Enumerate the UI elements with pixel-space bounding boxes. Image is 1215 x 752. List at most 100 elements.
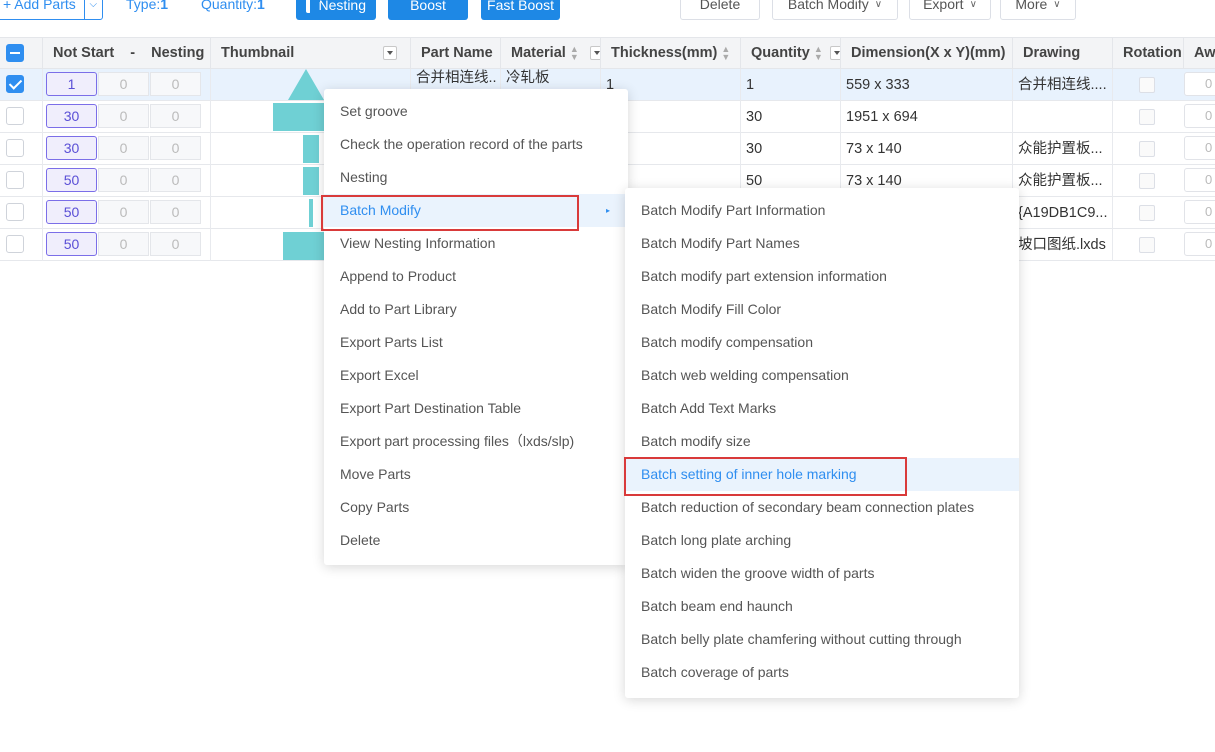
header-thumbnail[interactable]: Thumbnail xyxy=(211,38,411,69)
add-parts-button[interactable]: + Add Parts ⌵ xyxy=(0,0,103,20)
cell-quantity: 30 xyxy=(746,141,763,157)
context-menu-item-label: Move Parts xyxy=(340,466,411,482)
context-menu-item[interactable]: Export Excel xyxy=(324,359,624,392)
context-menu-item[interactable]: Copy Parts xyxy=(324,491,624,524)
not-start-count[interactable]: 30 xyxy=(46,104,97,128)
not-start-count[interactable]: 50 xyxy=(46,200,97,224)
submenu-item[interactable]: Batch widen the groove width of parts xyxy=(625,557,1019,590)
context-menu: Set groove Check the operation record of … xyxy=(324,89,628,565)
submenu-item[interactable]: Batch Modify Fill Color xyxy=(625,293,1019,326)
cell-drawing: 众能护置板... xyxy=(1018,173,1103,189)
fast-boost-button[interactable]: Fast Boost xyxy=(481,0,560,20)
submenu-item[interactable]: Batch web welding compensation xyxy=(625,359,1019,392)
cell-drawing: 合并相连线.... xyxy=(1018,77,1107,93)
context-menu-item-label: Add to Part Library xyxy=(340,301,457,317)
add-parts-label[interactable]: + Add Parts xyxy=(0,0,84,19)
row-checkbox[interactable] xyxy=(6,107,24,125)
header-drawing[interactable]: Drawing xyxy=(1013,38,1113,69)
row-checkbox[interactable] xyxy=(6,75,24,93)
submenu-item[interactable]: Batch modify size xyxy=(625,425,1019,458)
not-start-count[interactable]: 30 xyxy=(46,136,97,160)
submenu-item[interactable]: Batch modify part extension information xyxy=(625,260,1019,293)
cell-drawing: {A19DB1C9... xyxy=(1018,205,1108,221)
boost-button[interactable]: Boost xyxy=(388,0,468,20)
rotation-checkbox[interactable] xyxy=(1139,205,1155,221)
context-menu-item[interactable]: Append to Product xyxy=(324,260,624,293)
row-checkbox[interactable] xyxy=(6,139,24,157)
context-menu-item[interactable]: View Nesting Information xyxy=(324,227,624,260)
submenu-item[interactable]: Batch setting of inner hole marking xyxy=(625,458,1019,491)
sort-icon[interactable]: ▲ ▼ xyxy=(721,45,730,62)
submenu-item[interactable]: Batch Modify Part Information xyxy=(625,194,1019,227)
nesting-count: 0 xyxy=(150,168,201,192)
nesting-count: 0 xyxy=(150,72,201,96)
submenu-item[interactable]: Batch beam end haunch xyxy=(625,590,1019,623)
nesting-count: 0 xyxy=(150,200,201,224)
parts-page: + Add Parts ⌵ Type:1 Quantity:1 Nesting … xyxy=(0,0,1215,752)
context-menu-item[interactable]: Export Parts List xyxy=(324,326,624,359)
submenu-item[interactable]: Batch coverage of parts xyxy=(625,656,1019,689)
header-status[interactable]: Not Start - Nesting xyxy=(43,38,211,69)
delete-button[interactable]: Delete xyxy=(680,0,760,20)
header-rotation[interactable]: Rotation xyxy=(1113,38,1184,69)
submenu-item[interactable]: Batch belly plate chamfering without cut… xyxy=(625,623,1019,656)
context-menu-item[interactable]: Nesting xyxy=(324,161,624,194)
nesting-count: 0 xyxy=(150,104,201,128)
context-menu-item-label: Nesting xyxy=(340,169,388,185)
rotation-checkbox[interactable] xyxy=(1139,237,1155,253)
context-menu-item[interactable]: Export Part Destination Table xyxy=(324,392,624,425)
context-menu-item[interactable]: Check the operation record of the parts xyxy=(324,128,624,161)
nesting-button[interactable]: Nesting xyxy=(296,0,376,20)
select-all-checkbox[interactable] xyxy=(6,44,24,62)
more-button[interactable]: More ∨ xyxy=(1000,0,1076,20)
aw-input[interactable]: 0 xyxy=(1184,168,1215,192)
not-start-count[interactable]: 50 xyxy=(46,232,97,256)
rotation-checkbox[interactable] xyxy=(1139,109,1155,125)
context-menu-item[interactable]: Set groove xyxy=(324,95,624,128)
chevron-down-icon[interactable]: ⌵ xyxy=(83,0,102,19)
submenu-item[interactable]: Batch long plate arching xyxy=(625,524,1019,557)
header-dimension[interactable]: Dimension(X x Y)(mm) xyxy=(841,38,1013,69)
aw-input[interactable]: 0 xyxy=(1184,136,1215,160)
aw-input[interactable]: 0 xyxy=(1184,104,1215,128)
nesting-count: 0 xyxy=(98,104,149,128)
submenu-item[interactable]: Batch modify compensation xyxy=(625,326,1019,359)
context-menu-item[interactable]: Move Parts xyxy=(324,458,624,491)
context-menu-item[interactable]: Add to Part Library xyxy=(324,293,624,326)
filter-dropdown-icon[interactable] xyxy=(590,46,600,60)
row-checkbox[interactable] xyxy=(6,235,24,253)
header-aw[interactable]: Aw xyxy=(1184,38,1215,69)
submenu-item[interactable]: Batch reduction of secondary beam connec… xyxy=(625,491,1019,524)
sort-icon[interactable]: ▲ ▼ xyxy=(570,45,579,62)
rotation-checkbox[interactable] xyxy=(1139,141,1155,157)
nesting-count: 0 xyxy=(98,72,149,96)
cell-drawing: 坡口图纸.lxds xyxy=(1018,237,1106,253)
batch-modify-button[interactable]: Batch Modify ∨ xyxy=(772,0,898,20)
context-menu-item[interactable]: Batch Modify ▸ xyxy=(324,194,628,227)
aw-input[interactable]: 0 xyxy=(1184,232,1215,256)
rotation-checkbox[interactable] xyxy=(1139,173,1155,189)
header-quantity[interactable]: Quantity ▲ ▼ xyxy=(741,38,841,69)
submenu-item[interactable]: Batch Add Text Marks xyxy=(625,392,1019,425)
toolbar: + Add Parts ⌵ Type:1 Quantity:1 Nesting … xyxy=(0,0,1215,22)
context-menu-item-label: Export Part Destination Table xyxy=(340,400,522,416)
not-start-count[interactable]: 50 xyxy=(46,168,97,192)
row-checkbox[interactable] xyxy=(6,171,24,189)
aw-input[interactable]: 0 xyxy=(1184,200,1215,224)
context-menu-item-label: Copy Parts xyxy=(340,499,410,515)
context-menu-item[interactable]: Export part processing files（lxds/slp) xyxy=(324,425,624,458)
row-checkbox[interactable] xyxy=(6,203,24,221)
not-start-count[interactable]: 1 xyxy=(46,72,97,96)
sort-icon[interactable]: ▲ ▼ xyxy=(814,45,823,62)
context-menu-item-label: Append to Product xyxy=(340,268,456,284)
submenu-item[interactable]: Batch Modify Part Names xyxy=(625,227,1019,260)
filter-dropdown-icon[interactable] xyxy=(383,46,397,60)
header-thickness[interactable]: Thickness(mm) ▲ ▼ xyxy=(601,38,741,69)
filter-dropdown-icon[interactable] xyxy=(830,46,840,60)
cell-drawing: 众能护置板... xyxy=(1018,141,1103,157)
export-button[interactable]: Export ∨ xyxy=(909,0,991,20)
rotation-checkbox[interactable] xyxy=(1139,77,1155,93)
aw-input[interactable]: 0 xyxy=(1184,72,1215,96)
cell-quantity: 1 xyxy=(746,77,755,93)
context-menu-item[interactable]: Delete xyxy=(324,524,624,557)
